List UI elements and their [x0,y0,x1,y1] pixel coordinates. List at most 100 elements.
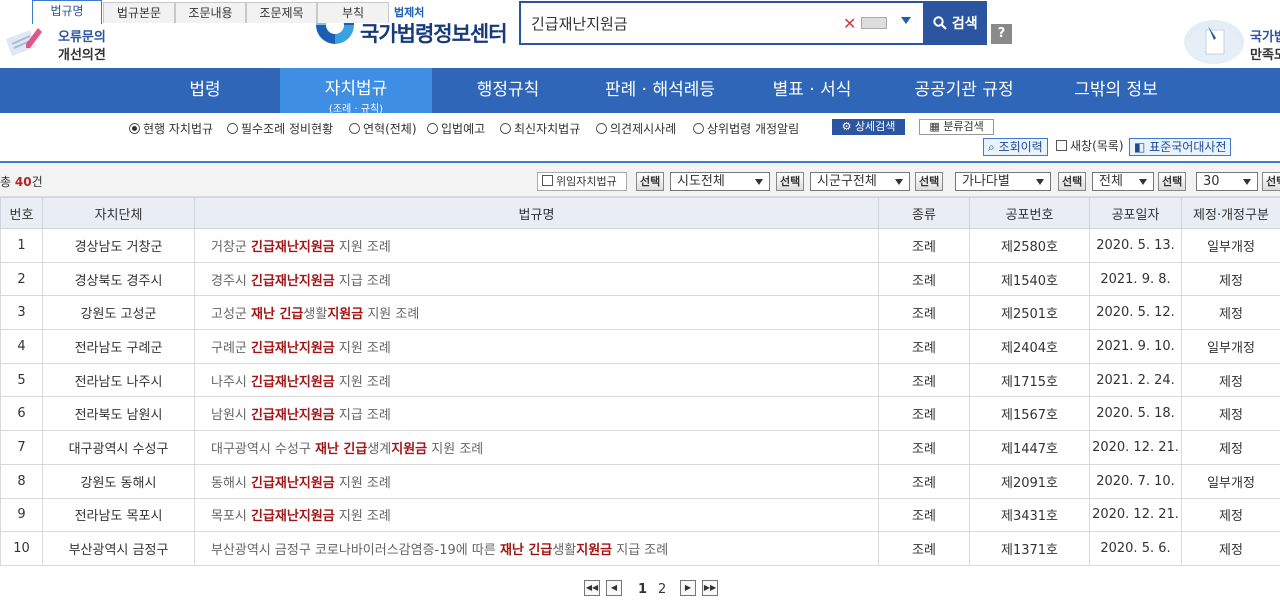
cell-law-name[interactable]: 경주시 긴급재난지원금 지급 조례 [194,261,879,297]
search-term-highlight: 긴급재난지원금 [251,273,335,289]
radio-latest[interactable]: 최신자치법규 [500,120,580,137]
col-header-promulgation-date[interactable]: 공포일자 [1089,197,1182,229]
table-row[interactable]: 7 대구광역시 수성구 대구광역시 수성구 재난 긴급생계지원금 지원 조례 조례 제1… [0,430,1280,465]
nav-item-local-regulations[interactable]: 자치법규 (조례 · 규칙) [280,68,432,115]
cell-law-name[interactable]: 거창군 긴급재난지원금 지원 조례 [194,228,879,263]
dictionary-button[interactable]: ◧ 표준국어대사전 [1129,138,1232,156]
sigungu-select[interactable]: 시군구전체 [810,172,910,191]
select-button[interactable]: 선택 [1262,172,1280,191]
search-term-highlight: 재난 긴급 [499,543,553,559]
first-page-button[interactable]: ◀◀ [584,580,600,596]
nav-item-laws[interactable]: 법령 [160,68,250,113]
radio-opinion-cases[interactable]: 의견제시사례 [596,120,676,137]
search-icon: ⌕ [988,140,999,154]
help-button[interactable]: ? [991,24,1012,44]
satisfaction-survey-link[interactable]: 국가법 만족도 [1180,18,1280,66]
page-number[interactable]: 2 [658,582,666,597]
cell-law-name[interactable]: 목포시 긴급재난지원금 지원 조례 [194,497,879,533]
table-header-row: 번호 자치단체 법규명 종류 공포번호 공포일자 제정·개정구분 [0,197,1280,229]
col-header-type[interactable]: 종류 [878,197,970,229]
prev-page-button[interactable]: ◀ [606,580,622,596]
nav-item-public-agency[interactable]: 공공기관 규정 [900,68,1028,113]
search-input[interactable] [531,12,831,34]
tab-law-name[interactable]: 법규명 [32,0,102,24]
cell-type: 조례 [878,362,970,398]
cell-revision-type: 일부개정 [1181,329,1280,364]
table-row[interactable]: 3 강원도 고성군 고성군 재난 긴급생활지원금 지원 조례 조례 제2501호 2020… [0,295,1280,331]
radio-required-ordinance[interactable]: 필수조례 정비현황 [227,120,333,137]
page-number-current[interactable]: 1 [638,582,647,597]
radio-upper-law-alert[interactable]: 상위법령 개정알림 [693,120,799,137]
tab-article-title[interactable]: 조문제목 [246,2,317,23]
table-row[interactable]: 10 부산광역시 금정구 부산광역시 금정구 코로나바이러스감염증-19에 따른 재… [0,531,1280,566]
dictionary-icon: ◧ [1134,140,1150,154]
radio-legislative-notice[interactable]: 입법예고 [427,120,485,137]
cell-law-name[interactable]: 나주시 긴급재난지원금 지원 조례 [194,362,879,398]
law-name-text: 지원 조례 [334,509,391,525]
cell-law-name[interactable]: 부산광역시 금정구 코로나바이러스감염증-19에 따른 재난 긴급생활지원금 지… [194,531,879,566]
sido-select[interactable]: 시도전체 [670,172,770,191]
cell-type: 조례 [878,531,970,566]
chevron-down-icon[interactable] [901,17,911,24]
table-row[interactable]: 1 경상남도 거창군 거창군 긴급재난지원금 지원 조례 조례 제2580호 2020. … [0,228,1280,263]
law-name-text: 구례군 [211,340,252,356]
nav-item-admin-rules[interactable]: 행정규칙 [462,68,554,113]
category-icon: ▦ [929,120,944,133]
error-report-link[interactable]: 오류문의 개선의견 [0,18,120,63]
cell-law-name[interactable]: 대구광역시 수성구 재난 긴급생계지원금 지원 조례 [194,430,879,465]
select-button[interactable]: 선택 [915,172,944,191]
table-row[interactable]: 4 전라남도 구례군 구례군 긴급재난지원금 지원 조례 조례 제2404호 2021. … [0,329,1280,364]
law-name-text: 지급 조례 [334,408,391,424]
table-row[interactable]: 6 전라북도 남원시 남원시 긴급재난지원금 지급 조례 조례 제1567호 2020. … [0,396,1280,432]
clear-icon[interactable]: ✕ [843,14,856,33]
radio-history[interactable]: 연혁(전체) [349,120,417,137]
advanced-search-button[interactable]: ⚙ 상세검색 [832,119,905,135]
col-header-number[interactable]: 번호 [0,197,43,229]
next-page-button[interactable]: ▶ [680,580,696,596]
col-header-promulgation-no[interactable]: 공포번호 [969,197,1090,229]
table-row[interactable]: 9 전라남도 목포시 목포시 긴급재난지원금 지원 조례 조례 제3431호 2020. … [0,497,1280,533]
select-button[interactable]: 선택 [1058,172,1087,191]
page-size-select[interactable]: 30 [1196,172,1258,191]
nav-item-forms[interactable]: 별표 · 서식 [762,68,862,113]
cell-number: 5 [0,362,43,398]
cell-number: 4 [0,329,43,364]
new-window-toggle[interactable]: 새창(목록) [1052,138,1128,156]
last-page-button[interactable]: ▶▶ [702,580,718,596]
tab-law-body[interactable]: 법규본문 [103,2,175,23]
sort-select[interactable]: 가나다별 [955,172,1051,191]
nav-item-precedents[interactable]: 판례 · 해석례등 [590,68,730,113]
col-header-local-government[interactable]: 자치단체 [42,197,195,229]
law-name-text: 생활 [303,307,328,323]
cell-local-government: 전라남도 목포시 [42,497,195,533]
delegation-filter-checkbox[interactable]: 위임자치법규 [537,172,627,191]
tab-article-content[interactable]: 조문내용 [175,2,246,23]
col-header-law-name[interactable]: 법규명 [194,197,879,229]
cell-law-name[interactable]: 동해시 긴급재난지원금 지원 조례 [194,463,879,499]
search-button[interactable]: 검색 [925,1,987,45]
cell-law-name[interactable]: 남원시 긴급재난지원금 지급 조례 [194,396,879,432]
radio-icon [596,123,607,134]
table-row[interactable]: 8 강원도 동해시 동해시 긴급재난지원금 지원 조례 조례 제2091호 2020. 7… [0,463,1280,499]
select-button[interactable]: 선택 [636,172,665,191]
tab-addenda[interactable]: 부칙 [317,2,389,23]
category-search-button[interactable]: ▦ 분류검색 [919,119,994,135]
type-select[interactable]: 전체 [1092,172,1154,191]
table-row[interactable]: 2 경상북도 경주시 경주시 긴급재난지원금 지급 조례 조례 제1540호 2021. … [0,261,1280,297]
radio-current[interactable]: 현행 자치법규 [129,120,213,137]
cell-law-name[interactable]: 구례군 긴급재난지원금 지원 조례 [194,329,879,364]
settings-icon: ⚙ [841,120,855,133]
keyboard-icon[interactable] [861,17,887,29]
cell-law-name[interactable]: 고성군 재난 긴급생활지원금 지원 조례 [194,295,879,331]
table-row[interactable]: 5 전라남도 나주시 나주시 긴급재난지원금 지원 조례 조례 제1715호 2021. … [0,362,1280,398]
cell-local-government: 강원도 고성군 [42,295,195,331]
cell-number: 2 [0,261,43,297]
col-header-revision-type[interactable]: 제정·개정구분 [1181,197,1280,229]
radio-icon [227,123,238,134]
select-button[interactable]: 선택 [1158,172,1187,191]
nav-item-other-info[interactable]: 그밖의 정보 [1060,68,1172,113]
error-report-line1: 오류문의 [58,30,106,45]
error-report-line2: 개선의견 [58,48,106,63]
select-button[interactable]: 선택 [776,172,805,191]
history-button[interactable]: ⌕ 조회이력 [983,138,1048,156]
